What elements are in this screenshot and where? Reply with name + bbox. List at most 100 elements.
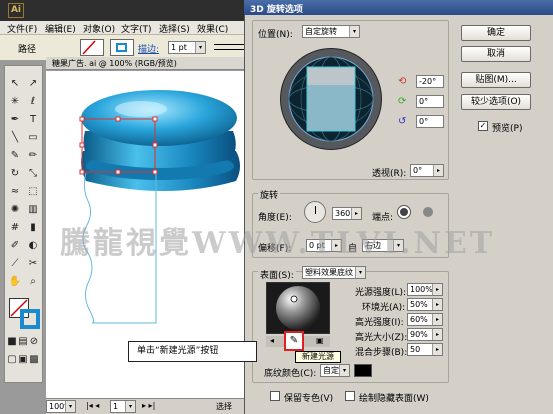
free-transform-icon[interactable]: ⬚ [25,184,41,200]
menu-file[interactable]: 文件(F) [7,22,37,35]
ambient-select[interactable]: 50% ▸ [407,298,443,311]
magic-wand-icon[interactable]: ✳ [7,94,23,110]
revolve-group-label: 旋转 [258,188,281,201]
shading-color-select[interactable]: 自定 ▾ [320,364,350,377]
preview-label: 预览(P) [492,124,523,134]
page-select[interactable]: 1 ▾ [110,400,136,413]
menu-effect[interactable]: 效果(C) [197,22,228,35]
blend-icon[interactable]: ◐ [25,238,41,254]
perspective-label: 透视(R): [372,169,407,179]
position-select[interactable]: 自定旋转 ▾ [302,25,360,38]
path-label: 路径 [18,45,37,55]
map-art-button[interactable]: 贴图(M)... [461,72,531,88]
ambient-label: 环境光(A): [362,303,406,313]
zoom-icon[interactable]: ⌕ [25,274,41,290]
x-axis-icon: ⟲ [398,76,407,87]
title-bar [0,0,244,21]
highlight-intensity-select[interactable]: 60% ▸ [407,313,443,326]
stroke-link[interactable]: 描边: [138,42,159,55]
graph-icon[interactable]: ▥ [25,202,41,218]
dialog-title: 3D 旋转选项 [244,0,553,15]
lighting-sphere[interactable] [266,282,330,334]
gradient-icon[interactable]: ▮ [25,220,41,236]
eyedropper-icon[interactable]: ✐ [7,238,23,254]
next-page-button[interactable]: ▸ ▸| [142,401,155,410]
draw-hidden-checkbox[interactable] [345,391,355,401]
ok-button[interactable]: 确定 [461,25,531,41]
lasso-icon[interactable]: ℓ [25,94,41,110]
surface-select[interactable]: 塑料效果底纹 ▾ [302,266,366,279]
perspective-select[interactable]: 0° ▸ [410,164,444,177]
menu-object[interactable]: 对象(O) [83,22,115,35]
cancel-button[interactable]: 取消 [461,46,531,62]
track-sphere-graphic [288,56,374,142]
highlight-size-select[interactable]: 90% ▸ [407,328,443,341]
highlight-size-label: 高光大小(Z): [355,333,408,343]
hand-icon[interactable]: ✋ [7,274,23,290]
color-mode-icon[interactable]: ■ [7,334,17,350]
status-text: 选择 [216,402,232,411]
direct-selection-icon[interactable]: ↗ [25,76,41,92]
prev-page-button[interactable]: |◂ ◂ [86,401,99,410]
move-light-back-icon[interactable]: ◂ [270,336,274,345]
shading-color-label: 底纹颜色(C): [264,369,317,379]
menu-edit[interactable]: 编辑(E) [45,22,76,35]
cap-on-icon[interactable] [397,205,411,219]
new-light-tooltip: 新建光源 [295,351,341,363]
selection-tool-icon[interactable]: ↖ [7,76,23,92]
rectangle-icon[interactable]: ▭ [25,130,41,146]
menu-select[interactable]: 选择(S) [159,22,190,35]
draw-hidden-label: 绘制隐藏表面(W) [359,394,429,404]
full-screen-icon[interactable]: ▩ [29,352,39,368]
preview-checkbox[interactable]: ✓ [478,121,488,131]
surface-label: 表面(S): [258,268,296,281]
preserve-spot-label: 保留专色(V) [284,394,334,404]
scissors-icon[interactable]: ✂ [25,256,41,272]
stroke-style-preview [214,44,244,50]
y-axis-icon: ⟳ [398,96,407,107]
z-axis-icon: ↺ [398,116,407,127]
blend-steps-select[interactable]: 50 ▸ [407,343,443,356]
preserve-spot-checkbox[interactable] [270,391,280,401]
rotate-icon[interactable]: ↻ [7,166,23,182]
menu-bar: 文件(F) 编辑(E) 对象(O) 文字(T) 选择(S) 效果(C) [0,21,244,35]
menu-type[interactable]: 文字(T) [121,22,152,35]
stroke-color-box[interactable] [20,309,40,329]
fewer-options-button[interactable]: 较少选项(O) [461,94,531,110]
light-intensity-select[interactable]: 100% ▸ [407,283,443,296]
illustrator-logo: Ai [8,3,24,18]
symbol-sprayer-icon[interactable]: ✺ [7,202,23,218]
warp-icon[interactable]: ≈ [7,184,23,200]
zoom-select[interactable]: 100% ▾ [46,400,76,413]
rotate-x-input[interactable]: -20° [416,75,444,88]
stroke-swatch[interactable] [110,39,134,56]
rotate-y-input[interactable]: 0° [416,95,444,108]
pencil-icon[interactable]: ✏ [25,148,41,164]
stroke-weight-select[interactable]: 1 pt ▾ [168,41,206,54]
shading-color-swatch[interactable] [354,364,372,377]
none-mode-icon[interactable]: ⊘ [29,334,39,350]
position-label: 位置(N): [258,30,293,40]
rotate-z-input[interactable]: 0° [416,115,444,128]
document-tab[interactable]: 糖果广告. ai @ 100% (RGB/预览) [46,57,244,70]
slice-icon[interactable]: ⟋ [7,256,23,272]
watermark: 騰龍視覺WWW.TLVI.NET [60,226,496,261]
pen-icon[interactable]: ✒ [7,112,23,128]
instruction-callout: 单击“新建光源”按钮 [128,341,257,362]
delete-light-icon[interactable]: ▣ [316,336,324,345]
scale-icon[interactable]: ⤡ [25,166,41,182]
line-icon[interactable]: ╲ [7,130,23,146]
type-icon[interactable]: T [25,112,41,128]
brush-icon[interactable]: ✎ [7,148,23,164]
full-screen-menu-icon[interactable]: ▣ [18,352,28,368]
gradient-mode-icon[interactable]: ▤ [18,334,28,350]
cap-off-icon[interactable] [423,207,433,217]
normal-screen-icon[interactable]: ▢ [7,352,17,368]
rotation-track-cube[interactable] [280,48,382,150]
highlight-intensity-label: 高光强度(I): [355,318,404,328]
fill-swatch[interactable] [80,39,104,56]
new-light-button[interactable]: ✎ [284,331,304,351]
mesh-icon[interactable]: # [7,220,23,236]
tools-panel: ↖ ↗ ✳ ℓ ✒ T ╲ ▭ ✎ ✏ ↻ ⤡ ≈ ⬚ ✺ ▥ # ▮ ✐ ◐ … [4,65,43,383]
light-intensity-label: 光源强度(L): [355,288,407,298]
